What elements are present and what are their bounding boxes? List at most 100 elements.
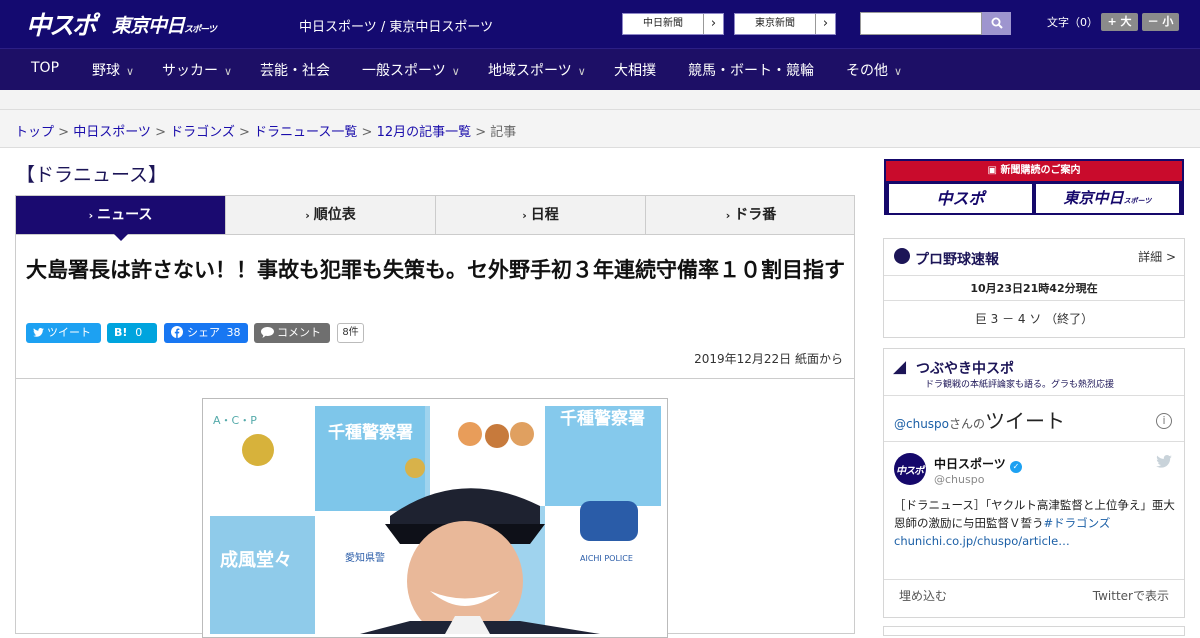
- twitter-divider: [884, 395, 1184, 396]
- tokyo-chunichi-logo-text: 東京中日: [112, 15, 185, 37]
- font-decrease-button[interactable]: － 小: [1142, 13, 1179, 31]
- nav-local-sports[interactable]: 地域スポーツ ∨: [488, 60, 586, 80]
- search-button[interactable]: [982, 12, 1011, 35]
- twitter-user-name-text: 中日スポーツ: [934, 457, 1006, 471]
- breadcrumb-current: 記事: [490, 125, 517, 140]
- chevron-right-icon: ›: [88, 209, 94, 222]
- nav-general-sports[interactable]: 一般スポーツ ∨: [362, 60, 460, 80]
- twitter-handle-link[interactable]: @chuspo: [894, 417, 949, 431]
- photo-letters: A・C・P: [213, 414, 257, 427]
- tab-standings-label: 順位表: [313, 207, 356, 223]
- embed-link[interactable]: 埋め込む: [899, 587, 947, 604]
- comment-button[interactable]: コメント: [254, 323, 330, 343]
- nav-baseball[interactable]: 野球 ∨: [92, 60, 134, 80]
- article-headline: 大島署長は許さない！！事故も犯罪も失策も。セ外野手初３年連続守備率１０割目指す: [26, 258, 845, 282]
- font-increase-button[interactable]: + 大: [1101, 13, 1138, 31]
- nav-racing[interactable]: 競馬・ボート・競輪: [688, 60, 814, 80]
- subscription-ad[interactable]: ▣ 新聞購読のご案内 中スポ 東京中日スポーツ: [884, 159, 1184, 215]
- breadcrumb-chuspo[interactable]: 中日スポーツ: [73, 125, 151, 140]
- tweet-text: ［ドラニュース］「ヤクルト高津監督と上位争え」亜大恩師の激励に与田監督Ｖ誓う#ド…: [894, 496, 1176, 550]
- tab-schedule-label: 日程: [530, 207, 559, 223]
- chunichi-shimbun-button[interactable]: 中日新聞 ›: [622, 13, 724, 35]
- nav-top[interactable]: TOP: [31, 60, 59, 76]
- photo-sign-b: 千種警察署: [560, 408, 645, 429]
- share-count: 38: [226, 326, 241, 339]
- twitter-bird-icon: [33, 328, 44, 337]
- tokyo-chunichi-logo[interactable]: 東京中日スポーツ: [112, 11, 217, 38]
- chevron-down-icon: ∨: [894, 65, 903, 78]
- tab-news-label: ニュース: [97, 207, 153, 223]
- twitter-user-handle[interactable]: @chuspo: [934, 473, 984, 486]
- section-tabs: › ニュース › 順位表 › 日程 › ドラ番: [15, 195, 855, 235]
- chevron-down-icon: ∨: [451, 65, 460, 78]
- chevron-right-icon: ›: [522, 209, 527, 222]
- photo-sign-a: 千種警察署: [328, 422, 413, 443]
- nav-soccer[interactable]: サッカー ∨: [162, 60, 232, 80]
- view-on-twitter-link[interactable]: Twitterで表示: [1093, 587, 1169, 604]
- font-size-label: 文字（0）: [1047, 16, 1098, 29]
- sidebar-next-box: [883, 626, 1185, 636]
- twitter-user-name[interactable]: 中日スポーツ ✓: [934, 455, 1022, 473]
- twitter-timeline: ◢ つぶやき中スポ ドラ観戦の本紙評論家も語る。グラも熱烈応援 @chuspoさ…: [883, 348, 1185, 618]
- tab-schedule[interactable]: › 日程: [436, 196, 646, 234]
- tab-standings[interactable]: › 順位表: [226, 196, 436, 234]
- scoreboard-divider: [884, 300, 1184, 301]
- twitter-heading-text: ツイート: [985, 409, 1066, 433]
- tweet-label: ツイート: [47, 326, 91, 339]
- tab-dora-ban-label: ドラ番: [734, 207, 777, 223]
- chunichi-shimbun-label: 中日新聞: [643, 18, 683, 29]
- hatena-count: 0: [135, 326, 143, 339]
- chevron-right-icon: ›: [815, 14, 835, 34]
- nav-entertainment[interactable]: 芸能・社会: [260, 60, 330, 80]
- comment-count[interactable]: 8件: [337, 323, 364, 343]
- facebook-share-button[interactable]: シェア 38: [164, 323, 248, 343]
- ad-tokyo-chunichi-logo: 東京中日スポーツ: [1036, 184, 1179, 213]
- tab-dora-ban[interactable]: › ドラ番: [646, 196, 856, 234]
- info-icon[interactable]: i: [1156, 413, 1172, 429]
- search-input[interactable]: [860, 12, 982, 35]
- nav-baseball-label: 野球: [92, 63, 120, 79]
- article-photo-image: A・C・P 千種警察署 千種警察署 成風堂々 愛知県警 AICHI POLICE: [210, 406, 661, 634]
- tweet-button[interactable]: ツイート: [26, 323, 101, 343]
- photo-police-chief: A・C・P 千種警察署 千種警察署 成風堂々 愛知県警 AICHI POLICE: [210, 406, 661, 634]
- tokyo-shimbun-button[interactable]: 東京新聞 ›: [734, 13, 836, 35]
- twitter-divider: [884, 441, 1184, 442]
- sub-bar: [0, 90, 1200, 110]
- site-links[interactable]: 中日スポーツ / 東京中日スポーツ: [299, 16, 493, 35]
- section-title: 【ドラニュース】: [16, 164, 168, 186]
- tweet-text-body: ［ドラニュース］「ヤクルト高津監督と上位争え」亜大恩師の激励に与田監督Ｖ誓う: [894, 498, 1175, 530]
- nav-local-sports-label: 地域スポーツ: [488, 63, 572, 79]
- ad-tokyo-chunichi-small: スポーツ: [1123, 197, 1152, 205]
- comment-bubble-icon: [261, 327, 274, 338]
- chevron-right-icon: ›: [703, 14, 723, 34]
- tweet-link[interactable]: chunichi.co.jp/chuspo/article…: [894, 534, 1070, 548]
- nav-sumo[interactable]: 大相撲: [614, 60, 656, 80]
- nav-entertainment-label: 芸能・社会: [260, 63, 330, 79]
- ad-chuspo-logo: 中スポ: [889, 184, 1032, 213]
- nav-racing-label: 競馬・ボート・競輪: [688, 63, 814, 79]
- breadcrumb-month-list[interactable]: 12月の記事一覧: [377, 125, 472, 140]
- chuspo-logo[interactable]: 中スポ: [26, 6, 97, 42]
- verified-icon: ✓: [1009, 461, 1022, 473]
- breadcrumb-dragons[interactable]: ドラゴンズ: [170, 125, 235, 140]
- article-divider: [16, 378, 854, 379]
- tab-news[interactable]: › ニュース: [16, 196, 226, 234]
- breadcrumb-news-list[interactable]: ドラニュース一覧: [254, 125, 357, 140]
- scoreboard-time: 10月23日21時42分現在: [970, 282, 1098, 295]
- tokyo-shimbun-label: 東京新聞: [755, 18, 795, 29]
- chevron-right-icon: ›: [725, 209, 731, 222]
- tweet-hashtag[interactable]: #ドラゴンズ: [1044, 516, 1111, 530]
- hatena-bookmark-button[interactable]: B! 0: [107, 323, 157, 343]
- nav-other-label: その他: [846, 63, 888, 79]
- scoreboard-title: プロ野球速報: [915, 252, 999, 268]
- scoreboard-detail-link[interactable]: 詳細 >: [1138, 248, 1176, 265]
- breadcrumb-top[interactable]: トップ: [15, 125, 54, 140]
- twitter-avatar[interactable]: 中スポ: [894, 453, 926, 485]
- newspaper-icon: ▣: [987, 165, 997, 176]
- hatena-label: B!: [114, 326, 128, 339]
- scoreboard-game-line[interactable]: 巨 3 － 4 ソ （終了）: [884, 310, 1184, 327]
- nav-other[interactable]: その他 ∨: [846, 60, 902, 80]
- avatar-logo-text: 中スポ: [896, 466, 924, 477]
- chevron-down-icon: ∨: [224, 65, 233, 78]
- twitter-handle-suffix: さんの: [949, 417, 986, 431]
